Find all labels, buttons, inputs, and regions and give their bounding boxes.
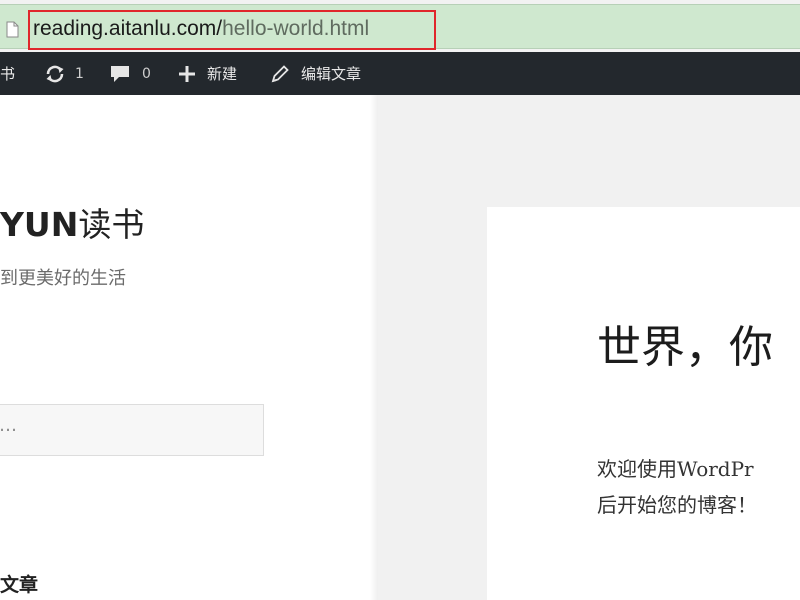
comment-icon xyxy=(110,65,130,83)
plus-icon xyxy=(178,65,196,83)
site-tagline: 到更美好的生活 xyxy=(0,268,126,289)
admin-bar: 书 1 0 新建 编辑文章 xyxy=(0,52,800,95)
site-title-latin: YUN xyxy=(0,205,79,244)
sidebar: YUN读书 到更美好的生活 … 文章 xyxy=(0,95,378,600)
edit-post-label: 编辑文章 xyxy=(301,65,362,83)
browser-toolbar: reading.aitanlu.com/hello-world.html xyxy=(0,0,800,52)
excerpt-line-1: 欢迎使用WordPr xyxy=(597,457,754,481)
url-path: hello-world.html xyxy=(222,17,370,40)
updates-icon xyxy=(44,65,66,83)
admin-bar-edit-post[interactable]: 编辑文章 xyxy=(270,52,361,95)
excerpt-line-2: 后开始您的博客！ xyxy=(597,493,757,517)
search-input[interactable]: … xyxy=(0,404,264,456)
new-label: 新建 xyxy=(207,65,238,83)
site-title[interactable]: YUN读书 xyxy=(0,205,144,245)
url-text[interactable]: reading.aitanlu.com/hello-world.html xyxy=(33,17,369,41)
pencil-icon xyxy=(270,64,290,84)
screen: reading.aitanlu.com/hello-world.html 书 1 xyxy=(0,0,800,600)
search-placeholder: … xyxy=(0,415,17,436)
post-card xyxy=(487,207,800,600)
site-title-cn: 读书 xyxy=(78,205,145,244)
widget-heading: 文章 xyxy=(0,574,39,596)
site-name-label: 书 xyxy=(0,65,16,83)
url-host: reading.aitanlu.com/ xyxy=(33,17,223,40)
admin-bar-new[interactable]: 新建 xyxy=(178,52,237,95)
updates-count: 1 xyxy=(75,65,84,82)
admin-bar-site-name[interactable]: 书 xyxy=(0,52,15,95)
admin-bar-updates[interactable]: 1 xyxy=(44,52,84,95)
comments-count: 0 xyxy=(142,65,151,82)
address-bar[interactable]: reading.aitanlu.com/hello-world.html xyxy=(0,4,800,50)
page-icon xyxy=(6,21,19,38)
post-excerpt: 欢迎使用WordPr 后开始您的博客！ xyxy=(597,451,800,523)
admin-bar-comments[interactable]: 0 xyxy=(110,52,151,95)
post-title[interactable]: 世界，你 xyxy=(597,320,773,376)
